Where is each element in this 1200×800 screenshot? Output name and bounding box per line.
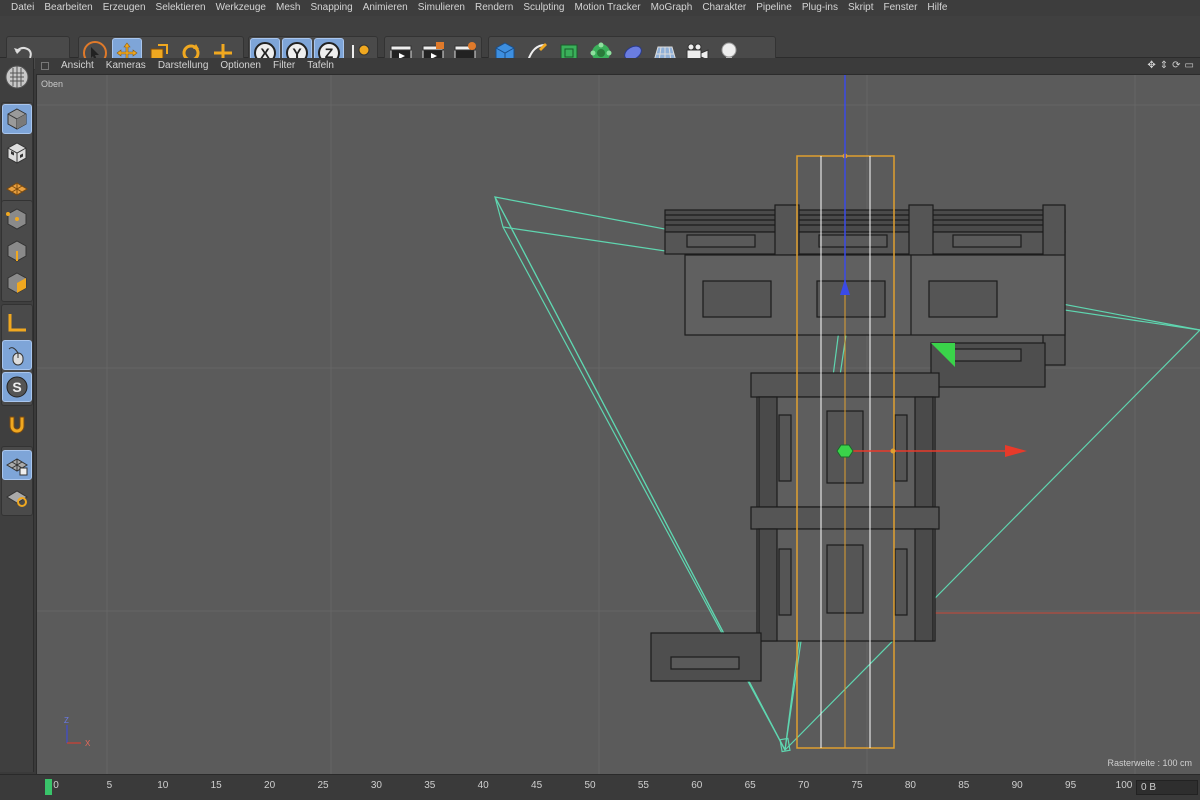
timeline-tick-label: 15 [210,780,222,791]
viewport-menu-item[interactable]: Kameras [100,58,152,73]
axis-mode-icon[interactable] [2,308,32,338]
building-middle [650,372,940,682]
timeline-tick-label: 90 [1011,780,1023,791]
timeline-tick-label: 95 [1065,780,1077,791]
timeline-tick-label: 75 [851,780,863,791]
viewport-menu-bar: Ansicht Kameras Darstellung Optionen Filter T… [35,58,1200,73]
viewport-menu-item[interactable]: Darstellung [152,58,215,73]
menu-item[interactable]: Bearbeiten [39,0,97,16]
current-frame-marker[interactable] [45,779,52,795]
menu-item[interactable]: Rendern [470,0,518,16]
viewport-menu-item[interactable]: Ansicht [55,58,100,73]
axis-widget-z-label: Z [64,716,69,725]
menu-item[interactable]: Hilfe [922,0,952,16]
timeline-tick-label: 25 [317,780,329,791]
menu-item[interactable]: Simulieren [413,0,470,16]
viewport-top[interactable]: Z X Oben Rasterweite : 100 cm [36,74,1200,774]
workplane-align-icon[interactable] [2,482,32,512]
menu-item[interactable]: Pipeline [751,0,797,16]
timeline-tick-label: 65 [744,780,756,791]
model-mode-icon[interactable] [2,104,32,134]
menu-item[interactable]: Plug-ins [797,0,843,16]
viewport-grip-icon[interactable] [41,61,49,70]
menu-item[interactable]: Motion Tracker [569,0,645,16]
main-toolbar: X Y Z [0,16,1200,70]
timeline-tick-label: 45 [531,780,543,791]
timeline-tick-label: 20 [264,780,276,791]
timeline[interactable]: 0 5 10 15 20 25 30 35 40 45 50 55 60 65 70 75 80 85 90 95 10… [0,774,1200,800]
left-tool-strip: S [0,58,34,772]
grid-spacing-label: Rasterweite : 100 cm [1107,758,1192,768]
viewport-menu-item[interactable]: Tafeln [301,58,340,73]
zoom-icon[interactable]: ⇕ [1160,58,1168,73]
menu-item[interactable]: Skript [843,0,879,16]
timeline-tick-label: 40 [477,780,489,791]
workplane-icon[interactable] [2,172,32,202]
timeline-tick-label: 0 [53,780,59,791]
timeline-tick-label: 80 [904,780,916,791]
timeline-tick-label: 70 [798,780,810,791]
viewport-navigation: ✥ ⇕ ⟳ ▭ [1147,58,1194,73]
timeline-ruler[interactable]: 0 5 10 15 20 25 30 35 40 45 50 55 60 65 70 75 80 85 90 95 10… [40,779,1133,795]
texture-mode-icon[interactable] [2,138,32,168]
viewport-menu-item[interactable]: Optionen [214,58,267,73]
timeline-tick-label: 10 [157,780,169,791]
timeline-tick-label: 5 [106,780,113,791]
menu-item[interactable]: Werkzeuge [211,0,271,16]
menu-item[interactable]: Charakter [697,0,751,16]
menu-item[interactable]: Fenster [879,0,923,16]
timeline-tick-label: 100 [1115,780,1133,791]
polygons-mode-icon[interactable] [2,268,32,298]
frame-field[interactable]: 0 B [1136,780,1198,795]
rotate-view-icon[interactable]: ⟳ [1172,58,1180,73]
axis-widget: Z X [64,716,91,748]
menu-item[interactable]: Mesh [271,0,305,16]
pan-icon[interactable]: ✥ [1147,58,1155,73]
cinema4d-window: Datei Bearbeiten Erzeugen Selektieren Werkze… [0,0,1200,800]
menu-item[interactable]: Animieren [358,0,413,16]
points-mode-icon[interactable] [2,204,32,234]
timeline-tick-label: 55 [637,780,649,791]
viewport-scene: Z X [37,75,1200,774]
menu-bar: Datei Bearbeiten Erzeugen Selektieren Werkze… [0,0,1200,16]
timeline-tick-label: 35 [424,780,436,791]
timeline-tick-label: 60 [691,780,703,791]
tweak-mode-icon[interactable] [2,340,32,370]
axis-widget-x-label: X [85,739,91,748]
menu-item[interactable]: Erzeugen [98,0,151,16]
lock-workplane-icon[interactable] [2,450,32,480]
menu-item[interactable]: Sculpting [518,0,569,16]
make-editable-icon[interactable] [2,62,32,92]
timeline-tick-label: 50 [584,780,596,791]
viewport-name: Oben [41,79,64,89]
snap-icon[interactable]: S [2,372,32,402]
edges-mode-icon[interactable] [2,236,32,266]
viewport-grid [37,75,1200,774]
maximize-view-icon[interactable]: ▭ [1185,58,1194,73]
viewport-menu: Ansicht Kameras Darstellung Optionen Filter T… [55,58,340,73]
menu-item[interactable]: MoGraph [646,0,698,16]
viewport-menu-item[interactable]: Filter [267,58,301,73]
menu-item[interactable]: Selektieren [151,0,211,16]
building-top [664,204,1066,388]
snap-label: S [12,379,21,395]
menu-item[interactable]: Datei [6,0,39,16]
timeline-tick-label: 30 [370,780,382,791]
menu-item[interactable]: Snapping [305,0,357,16]
timeline-tick-label: 85 [958,780,970,791]
magnet-icon[interactable] [2,410,32,440]
